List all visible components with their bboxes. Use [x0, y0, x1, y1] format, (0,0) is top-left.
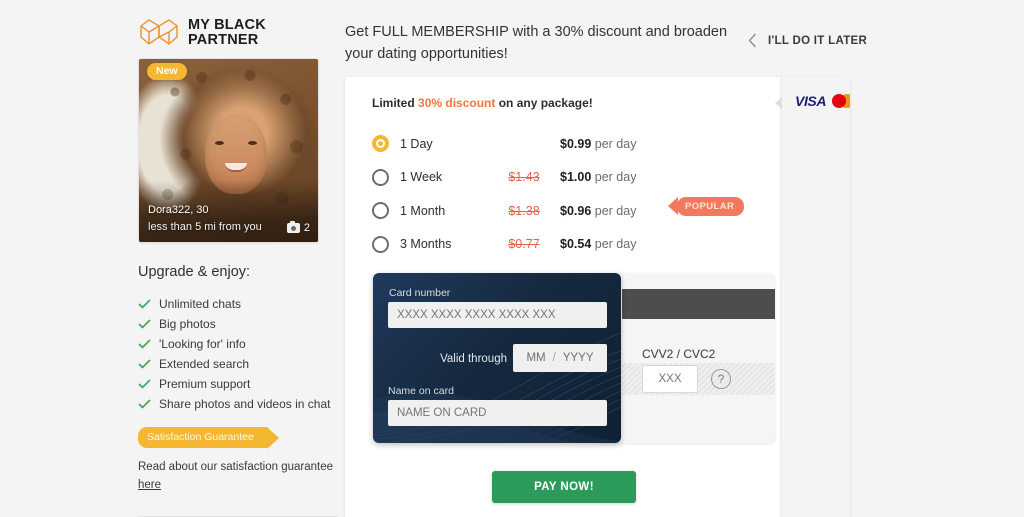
benefit-label: Extended search	[159, 357, 250, 371]
radio-3-months[interactable]	[372, 235, 389, 253]
plan-option-3-months[interactable]: 3 Months $0.77 $0.54 per day	[372, 228, 772, 262]
card-number-input[interactable]	[388, 302, 607, 328]
benefit-item: Big photos	[138, 314, 338, 334]
cvv-label: CVV2 / CVC2	[642, 347, 716, 361]
name-on-card-input[interactable]	[388, 400, 607, 426]
benefit-label: Premium support	[159, 377, 251, 391]
popular-badge: POPULAR	[667, 197, 745, 216]
brand-logo[interactable]: MY BLACK PARTNER	[138, 0, 338, 49]
profile-card[interactable]: New Dora322, 30 less than 5 mi from you …	[138, 58, 319, 243]
card-front-panel: Card number Valid through MM / YYYY Name…	[373, 273, 621, 443]
benefit-item: Extended search	[138, 354, 338, 374]
benefit-label: Big photos	[159, 317, 216, 331]
benefits-list: Unlimited chats Big photos 'Looking for'…	[138, 294, 338, 414]
card-back-panel: CVV2 / CVC2 ?	[597, 273, 775, 443]
accepted-cards: VISA	[795, 93, 850, 109]
brand-name-line2: PARTNER	[188, 32, 259, 48]
benefit-label: Share photos and videos in chat	[159, 397, 331, 411]
discount-highlight: 30% discount	[418, 96, 496, 110]
plan-price: $0.96 per day	[560, 204, 636, 218]
expiry-year-input[interactable]: YYYY	[563, 352, 594, 364]
new-badge: New	[147, 63, 187, 80]
name-on-card-label: Name on card	[388, 385, 454, 397]
plan-price-value: $0.54	[560, 237, 592, 252]
plan-old-price: $1.38	[508, 203, 540, 218]
radio-1-week[interactable]	[372, 168, 389, 186]
plan-name: 3 Months	[400, 237, 452, 252]
profile-name: Dora322, 30	[148, 204, 209, 216]
do-it-later-label: I'LL DO IT LATER	[768, 34, 868, 47]
benefit-item: 'Looking for' info	[138, 334, 338, 354]
check-icon	[138, 359, 151, 369]
limited-prefix: Limited	[372, 96, 419, 110]
check-icon	[138, 379, 151, 389]
expiry-month-input[interactable]: MM	[526, 352, 545, 364]
guarantee-text: Read about our satisfaction guarantee	[138, 461, 333, 473]
plan-name: 1 Day	[400, 136, 433, 151]
card-brands-rail: VISA	[775, 77, 850, 517]
page-headline: Get FULL MEMBERSHIP with a 30% discount …	[345, 24, 728, 62]
mastercard-icon	[832, 94, 850, 108]
plan-price: $0.99 per day	[560, 137, 636, 151]
satisfaction-guarantee-badge: Satisfaction Guarantee	[138, 427, 279, 449]
plan-price: $1.00 per day	[560, 170, 636, 184]
guarantee-here-link[interactable]: here	[138, 479, 161, 491]
chevron-left-icon	[748, 33, 756, 48]
plan-price: $0.54 per day	[560, 237, 636, 251]
cube-heart-icon	[140, 19, 178, 45]
magnetic-stripe	[622, 289, 775, 319]
plan-option-1-day[interactable]: 1 Day $0.99 per day	[372, 127, 772, 161]
profile-smile	[224, 163, 247, 173]
payment-page: MY BLACK PARTNER New Dora322, 30 less th…	[0, 0, 1024, 517]
limited-suffix: on any package!	[495, 96, 593, 110]
upgrade-title: Upgrade & enjoy:	[138, 264, 251, 280]
question-mark-icon[interactable]: ?	[711, 369, 731, 389]
brand-name-line1: MY BLACK	[188, 16, 266, 33]
benefit-label: Unlimited chats	[159, 297, 242, 311]
photo-count-value: 2	[303, 222, 310, 234]
cvv-input[interactable]	[642, 365, 698, 393]
radio-1-month[interactable]	[372, 202, 389, 220]
limited-offer-text: Limited 30% discount on any package!	[372, 96, 593, 110]
check-icon	[138, 299, 151, 309]
do-it-later-button[interactable]: I'LL DO IT LATER	[748, 33, 867, 48]
plan-old-price: $0.77	[508, 237, 540, 252]
payment-panel: VISA Limited 30% discount on any package…	[345, 77, 850, 517]
card-number-label: Card number	[389, 287, 451, 299]
rail-arrow-icon	[775, 97, 782, 109]
check-icon	[138, 339, 151, 349]
plan-price-value: $1.00	[560, 170, 592, 185]
check-icon	[138, 319, 151, 329]
benefit-item: Unlimited chats	[138, 294, 338, 314]
brand-name: MY BLACK PARTNER	[188, 16, 266, 49]
expiry-field-group[interactable]: MM / YYYY	[513, 344, 607, 372]
benefit-label: 'Looking for' info	[159, 337, 246, 351]
plan-old-price: $1.43	[508, 170, 540, 185]
plan-price-unit: per day	[594, 237, 637, 252]
plan-options: 1 Day $0.99 per day 1 Week $1.43 $1.00 p…	[372, 127, 772, 261]
benefit-item: Share photos and videos in chat	[138, 394, 338, 414]
plan-name: 1 Week	[400, 170, 443, 185]
plan-price-value: $0.99	[560, 136, 592, 151]
radio-1-day[interactable]	[372, 135, 389, 153]
sidebar: MY BLACK PARTNER New Dora322, 30 less th…	[138, 0, 338, 517]
plan-price-unit: per day	[594, 136, 637, 151]
check-icon	[138, 399, 151, 409]
plan-option-1-week[interactable]: 1 Week $1.43 $1.00 per day	[372, 161, 772, 195]
plan-option-1-month[interactable]: 1 Month $1.38 $0.96 per day POPULAR	[372, 194, 772, 228]
valid-through-label: Valid through	[440, 353, 507, 365]
plan-name: 1 Month	[400, 203, 446, 218]
plan-price-unit: per day	[594, 203, 637, 218]
plan-price-unit: per day	[594, 170, 637, 185]
benefit-item: Premium support	[138, 374, 338, 394]
expiry-separator: /	[552, 352, 556, 364]
visa-logo: VISA	[795, 93, 827, 109]
plan-price-value: $0.96	[560, 203, 592, 218]
pay-now-button[interactable]: PAY NOW!	[492, 471, 636, 503]
photo-count: 2	[286, 221, 310, 234]
profile-distance: less than 5 mi from you	[148, 221, 262, 233]
camera-icon	[286, 221, 300, 233]
